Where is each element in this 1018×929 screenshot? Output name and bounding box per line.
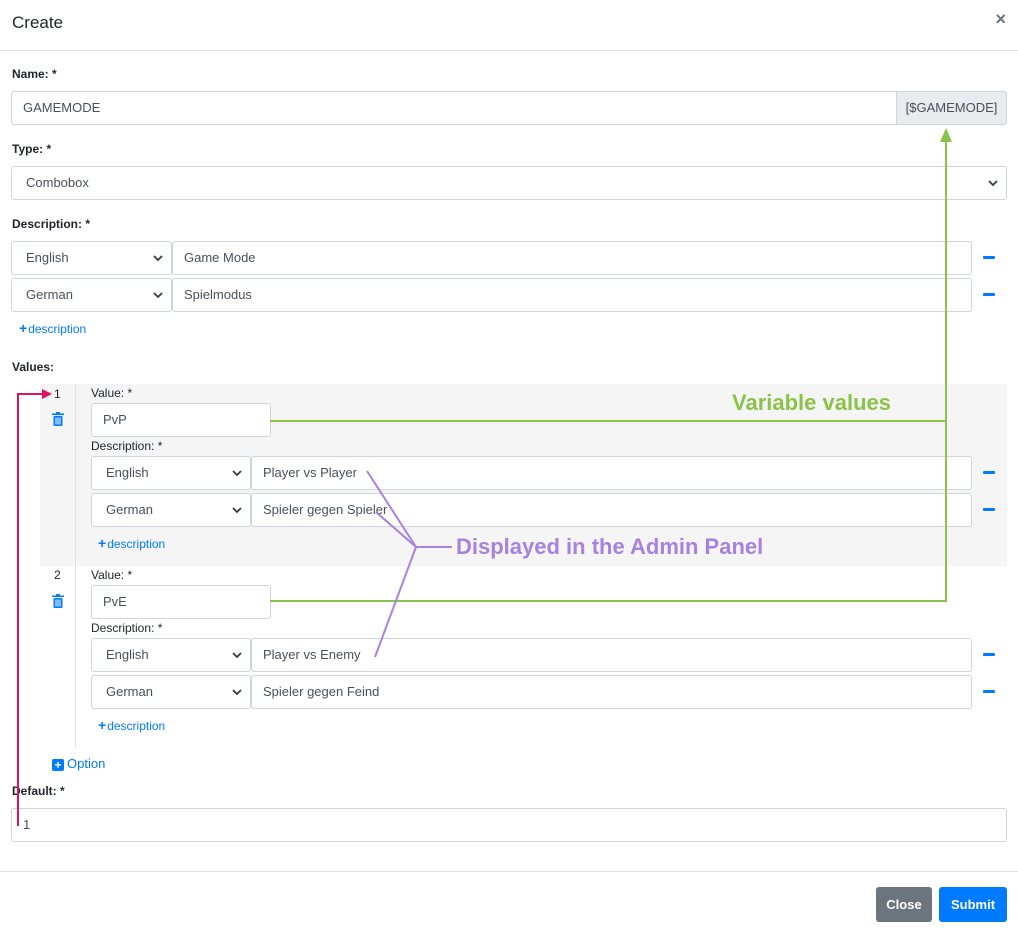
option-language-select[interactable]: German [91, 675, 251, 709]
description-language-select-german[interactable]: German [11, 278, 172, 312]
modal-header: Create × [0, 0, 1018, 51]
language-select-value: English [106, 647, 149, 662]
name-variable-addon: [$GAMEMODE] [896, 91, 1007, 125]
annotation-variable-values: Variable values [732, 390, 891, 415]
chevron-down-icon [153, 255, 163, 262]
default-input[interactable]: 1 [11, 808, 1007, 842]
description-language-select-english[interactable]: English [11, 241, 172, 275]
minus-icon[interactable] [983, 653, 995, 656]
modal-footer: Close Submit [0, 871, 1018, 929]
option-description-input[interactable]: Player vs Enemy [251, 638, 972, 672]
option-divider [75, 384, 76, 566]
option-description-input[interactable]: Spieler gegen Feind [251, 675, 972, 709]
description-text-input-german[interactable]: Spielmodus [172, 278, 972, 312]
minus-icon[interactable] [983, 471, 995, 474]
default-label: Default: * [12, 784, 65, 798]
option-divider [75, 566, 76, 748]
option-language-select[interactable]: English [91, 638, 251, 672]
chevron-down-icon [988, 180, 998, 187]
option-number: 1 [54, 387, 61, 401]
type-select-value: Combobox [26, 175, 89, 190]
chevron-down-icon [232, 470, 242, 477]
chevron-down-icon [153, 292, 163, 299]
add-option-description-link[interactable]: +description [98, 535, 165, 551]
add-option-description-link[interactable]: +description [98, 717, 165, 733]
minus-icon[interactable] [983, 293, 995, 296]
trash-icon[interactable] [52, 412, 64, 426]
close-icon[interactable]: × [995, 10, 1006, 28]
add-description-link[interactable]: +description [19, 320, 86, 336]
submit-button[interactable]: Submit [939, 887, 1007, 922]
name-input[interactable]: GAMEMODE [11, 91, 898, 125]
plus-icon: + [19, 320, 28, 336]
description-text-input-english[interactable]: Game Mode [172, 241, 972, 275]
annotation-green-arrowhead [940, 128, 952, 142]
type-select[interactable]: Combobox [11, 166, 1007, 200]
add-description-label: description [107, 537, 166, 551]
chevron-down-icon [232, 689, 242, 696]
language-select-value: German [26, 287, 73, 302]
add-option-button[interactable]: + Option [52, 756, 105, 771]
chevron-down-icon [232, 507, 242, 514]
option-description-input[interactable]: Player vs Player [251, 456, 972, 490]
modal-title: Create [12, 13, 64, 32]
type-label: Type: * [12, 142, 52, 156]
option-description-label: Description: * [91, 439, 163, 453]
plus-icon: + [98, 535, 107, 551]
minus-icon[interactable] [983, 690, 995, 693]
description-label: Description: * [12, 217, 91, 231]
close-button[interactable]: Close [876, 887, 932, 922]
language-select-value: English [26, 250, 69, 265]
option-language-select[interactable]: English [91, 456, 251, 490]
minus-icon[interactable] [983, 256, 995, 259]
language-select-value: German [106, 502, 153, 517]
name-label: Name: * [12, 67, 57, 81]
value-label: Value: * [91, 568, 133, 582]
trash-icon[interactable] [52, 594, 64, 608]
option-description-label: Description: * [91, 621, 163, 635]
language-select-value: English [106, 465, 149, 480]
option-value-input[interactable]: PvP [91, 403, 271, 437]
value-label: Value: * [91, 386, 133, 400]
option-description-input[interactable]: Spieler gegen Spieler [251, 493, 972, 527]
annotation-displayed-in-admin: Displayed in the Admin Panel [456, 534, 764, 559]
plus-square-icon: + [52, 759, 64, 771]
option-language-select[interactable]: German [91, 493, 251, 527]
option-number: 2 [54, 568, 61, 582]
add-option-label: Option [67, 756, 106, 771]
add-description-label: description [28, 322, 87, 336]
language-select-value: German [106, 684, 153, 699]
values-label: Values: [12, 360, 55, 374]
chevron-down-icon [232, 652, 242, 659]
add-description-label: description [107, 719, 166, 733]
minus-icon[interactable] [983, 508, 995, 511]
plus-icon: + [98, 717, 107, 733]
option-value-input[interactable]: PvE [91, 585, 271, 619]
